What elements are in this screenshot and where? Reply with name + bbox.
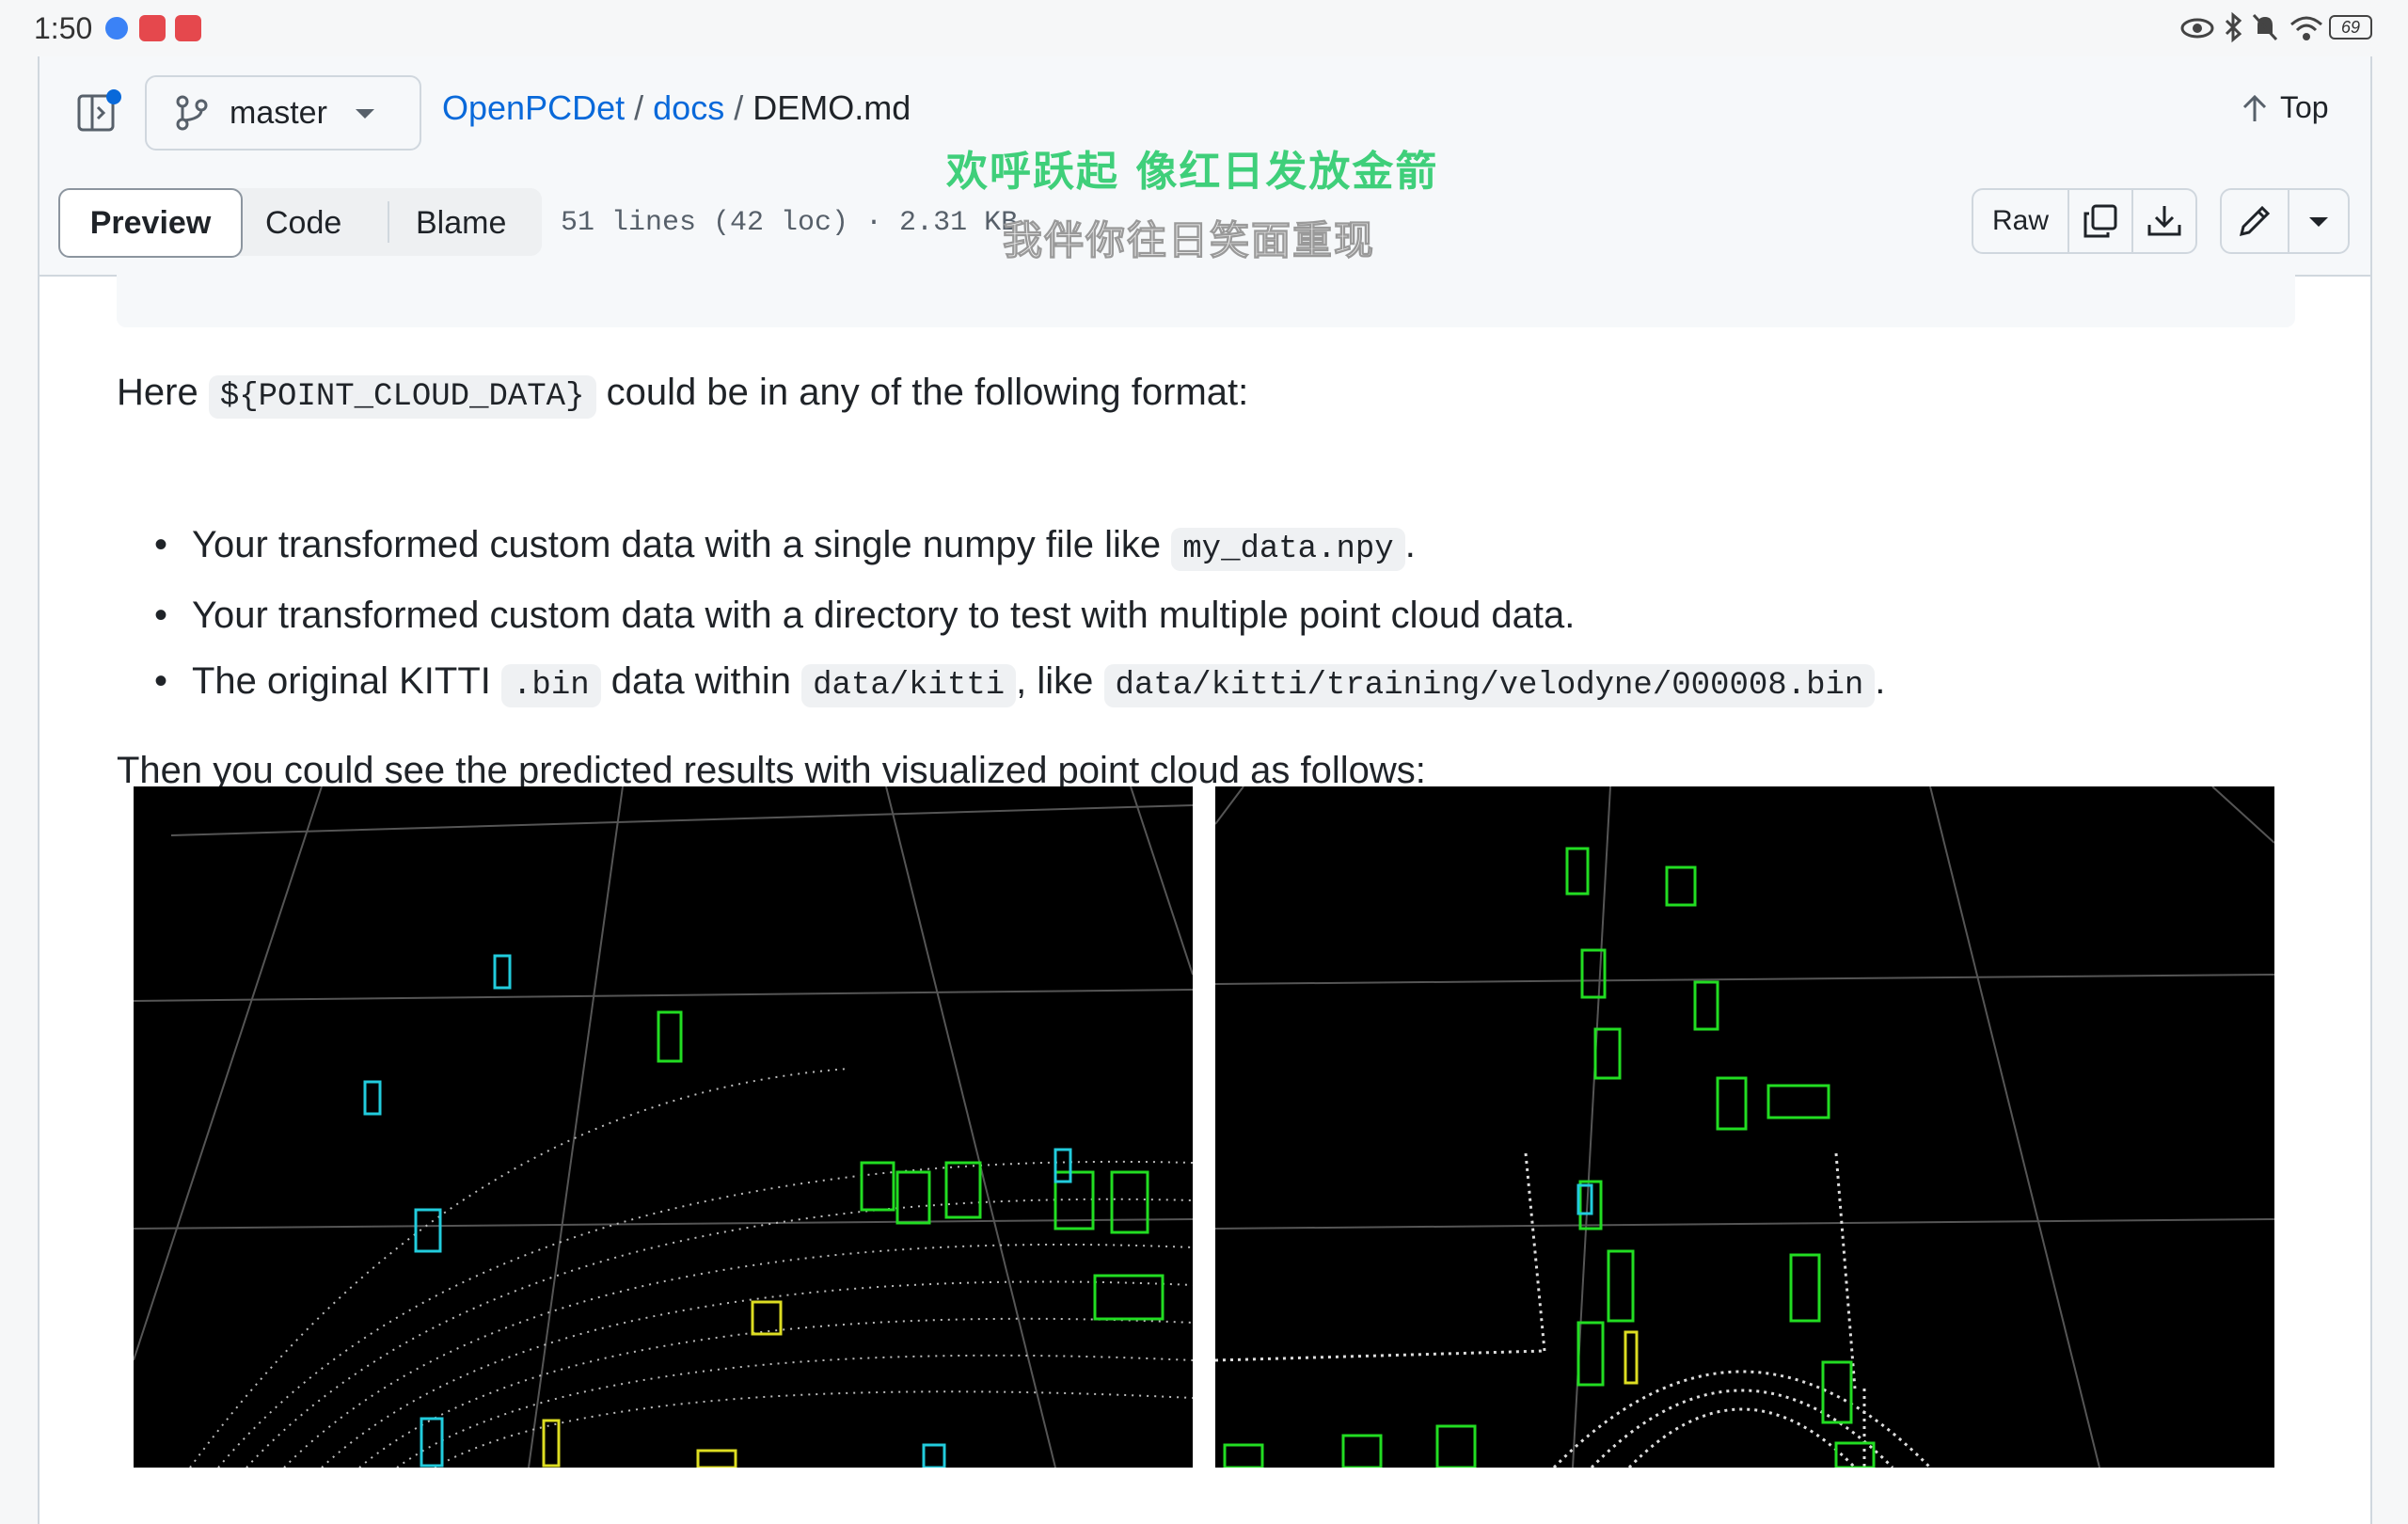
intro-paragraph: Here ${POINT_CLOUD_DATA} could be in any… <box>117 367 1248 422</box>
list-item-end: . <box>1404 524 1416 565</box>
download-button[interactable] <box>2131 188 2197 254</box>
tab-code[interactable]: Code <box>265 205 341 242</box>
list-item-text: data within <box>610 660 791 702</box>
list-item-text: , like <box>1016 660 1094 702</box>
git-branch-icon <box>176 95 208 131</box>
download-icon <box>2147 206 2181 236</box>
list-item: The original KITTI .bin data within data… <box>117 648 1885 719</box>
code-block <box>117 275 2295 327</box>
point-cloud-image-left <box>134 786 1193 1468</box>
copy-icon <box>2083 204 2117 238</box>
tab-preview-label: Preview <box>89 204 212 241</box>
list-item-text: The original KITTI <box>192 660 491 702</box>
status-bar: 1:50 69 <box>0 0 2408 56</box>
list-item: Your transformed custom data with a sing… <box>117 512 1885 582</box>
inline-code: my_data.npy <box>1171 528 1405 571</box>
more-edit-options-button[interactable] <box>2288 188 2350 254</box>
wifi-icon <box>2290 16 2322 40</box>
list-item: Your transformed custom data with a dire… <box>117 582 1885 648</box>
arrow-up-icon <box>2242 94 2267 121</box>
eye-icon <box>2180 18 2214 39</box>
lyric-overlay-line1: 欢呼跃起 像红日发放金箭 <box>946 148 1439 196</box>
breadcrumb-separator: / <box>634 88 644 127</box>
raw-button[interactable]: Raw <box>1972 188 2069 254</box>
inline-code: data/kitti/training/velodyne/000008.bin <box>1103 664 1876 707</box>
format-list: Your transformed custom data with a sing… <box>117 512 1885 719</box>
edit-button[interactable] <box>2220 188 2289 254</box>
top-button[interactable]: Top <box>2241 90 2329 125</box>
branch-name: master <box>230 94 327 131</box>
battery-level: 69 <box>2340 17 2361 37</box>
file-info: 51 lines (42 loc) · 2.31 KB <box>561 207 1019 239</box>
blue-dot-app-icon <box>105 17 128 40</box>
list-item-text: Your transformed custom data with a sing… <box>192 524 1162 565</box>
battery-icon: 69 <box>2329 15 2372 40</box>
status-time: 1:50 <box>34 11 93 45</box>
inline-code: data/kitti <box>801 664 1017 707</box>
pencil-icon <box>2239 205 2271 237</box>
breadcrumb: OpenPCDet / docs / DEMO.md <box>442 88 911 128</box>
inline-code: ${POINT_CLOUD_DATA} <box>208 375 596 419</box>
copy-button[interactable] <box>2067 188 2133 254</box>
tab-blame[interactable]: Blame <box>416 205 506 242</box>
mute-icon <box>2252 13 2278 41</box>
bluetooth-icon <box>2225 11 2242 43</box>
list-item-end: . <box>1875 660 1886 702</box>
intro-text-after: could be in any of the following format: <box>606 372 1249 413</box>
tab-blame-label: Blame <box>416 205 507 241</box>
tab-divider <box>388 201 389 243</box>
file-view: master OpenPCDet / docs / DEMO.md Top Pr… <box>38 56 2372 1524</box>
tab-preview[interactable]: Preview <box>58 188 243 258</box>
chevron-down-icon <box>355 109 374 119</box>
chevron-down-icon <box>2309 217 2328 227</box>
red-app-icon-2 <box>175 15 201 41</box>
top-label: Top <box>2280 90 2329 124</box>
red-app-icon <box>139 15 166 41</box>
breadcrumb-separator: / <box>734 88 744 127</box>
raw-label: Raw <box>1991 205 2049 236</box>
intro-text-before: Here <box>117 372 198 413</box>
list-item-text: Your transformed custom data with a dire… <box>192 595 1576 636</box>
tab-code-label: Code <box>265 205 342 241</box>
breadcrumb-folder-link[interactable]: docs <box>653 88 724 127</box>
branch-selector-button[interactable]: master <box>145 75 421 151</box>
lyric-overlay-line2: 我伴你往日笑面重现 <box>1002 217 1376 264</box>
point-cloud-image-right <box>1215 786 2274 1468</box>
inline-code: .bin <box>501 664 601 707</box>
breadcrumb-file: DEMO.md <box>752 88 911 127</box>
breadcrumb-repo-link[interactable]: OpenPCDet <box>442 88 625 127</box>
side-panel-toggle-icon[interactable] <box>75 88 122 135</box>
